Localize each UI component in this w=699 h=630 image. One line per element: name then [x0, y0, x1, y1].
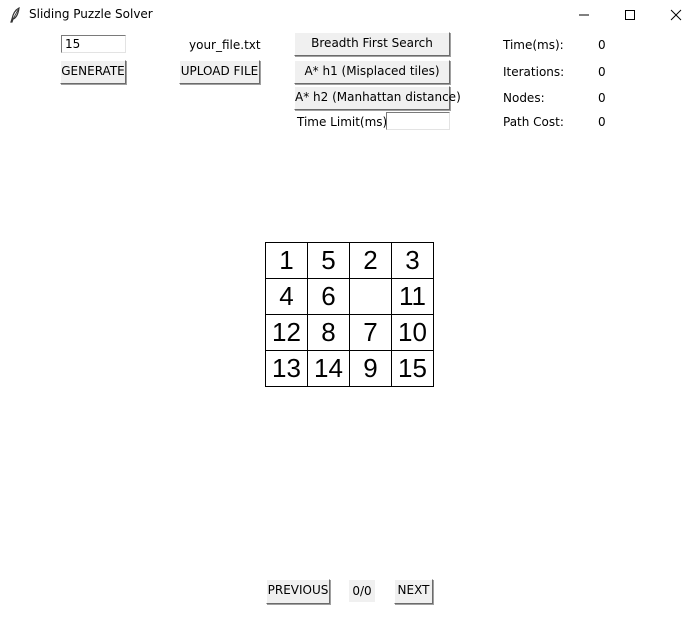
- maximize-button[interactable]: [607, 0, 653, 30]
- path-cost-value: 0: [598, 115, 606, 129]
- puzzle-tile: 13: [266, 351, 308, 387]
- nodes-value: 0: [598, 91, 606, 105]
- puzzle-tile: 8: [308, 315, 350, 351]
- puzzle-tile: 11: [392, 279, 434, 315]
- generate-button[interactable]: GENERATE: [60, 60, 126, 84]
- puzzle-tile: 1: [266, 243, 308, 279]
- file-name-label: your_file.txt: [189, 38, 261, 52]
- puzzle-board: 1 5 2 3 4 6 11 12 8 7 10 13 14 9 15: [265, 242, 434, 387]
- astar-h1-button[interactable]: A* h1 (Misplaced tiles): [294, 60, 450, 84]
- time-limit-label: Time Limit(ms):: [297, 115, 392, 129]
- step-counter: 0/0: [349, 580, 375, 602]
- empty-tile: [350, 279, 392, 315]
- time-label: Time(ms):: [503, 38, 564, 52]
- feather-icon: [9, 6, 23, 23]
- iterations-label: Iterations:: [503, 65, 565, 79]
- puzzle-tile: 5: [308, 243, 350, 279]
- minimize-button[interactable]: [561, 0, 607, 30]
- path-cost-label: Path Cost:: [503, 115, 564, 129]
- title-bar: Sliding Puzzle Solver: [0, 0, 699, 30]
- puzzle-tile: 4: [266, 279, 308, 315]
- time-limit-input[interactable]: [386, 112, 450, 130]
- puzzle-size-input[interactable]: 15: [61, 35, 126, 53]
- minimize-icon: [579, 14, 589, 16]
- window-title: Sliding Puzzle Solver: [29, 7, 153, 21]
- nodes-label: Nodes:: [503, 91, 545, 105]
- next-button[interactable]: NEXT: [394, 579, 433, 604]
- puzzle-tile: 15: [392, 351, 434, 387]
- time-value: 0: [598, 38, 606, 52]
- astar-h2-button[interactable]: A* h2 (Manhattan distance): [294, 86, 461, 110]
- upload-file-button[interactable]: UPLOAD FILE: [179, 60, 260, 84]
- close-button[interactable]: [653, 0, 699, 30]
- puzzle-tile: 9: [350, 351, 392, 387]
- previous-button[interactable]: PREVIOUS: [266, 579, 330, 604]
- close-icon: [670, 9, 682, 21]
- iterations-value: 0: [598, 65, 606, 79]
- puzzle-tile: 7: [350, 315, 392, 351]
- bfs-button[interactable]: Breadth First Search: [294, 32, 450, 56]
- puzzle-tile: 2: [350, 243, 392, 279]
- puzzle-tile: 12: [266, 315, 308, 351]
- puzzle-tile: 3: [392, 243, 434, 279]
- puzzle-tile: 6: [308, 279, 350, 315]
- puzzle-tile: 14: [308, 351, 350, 387]
- puzzle-tile: 10: [392, 315, 434, 351]
- maximize-icon: [625, 10, 635, 20]
